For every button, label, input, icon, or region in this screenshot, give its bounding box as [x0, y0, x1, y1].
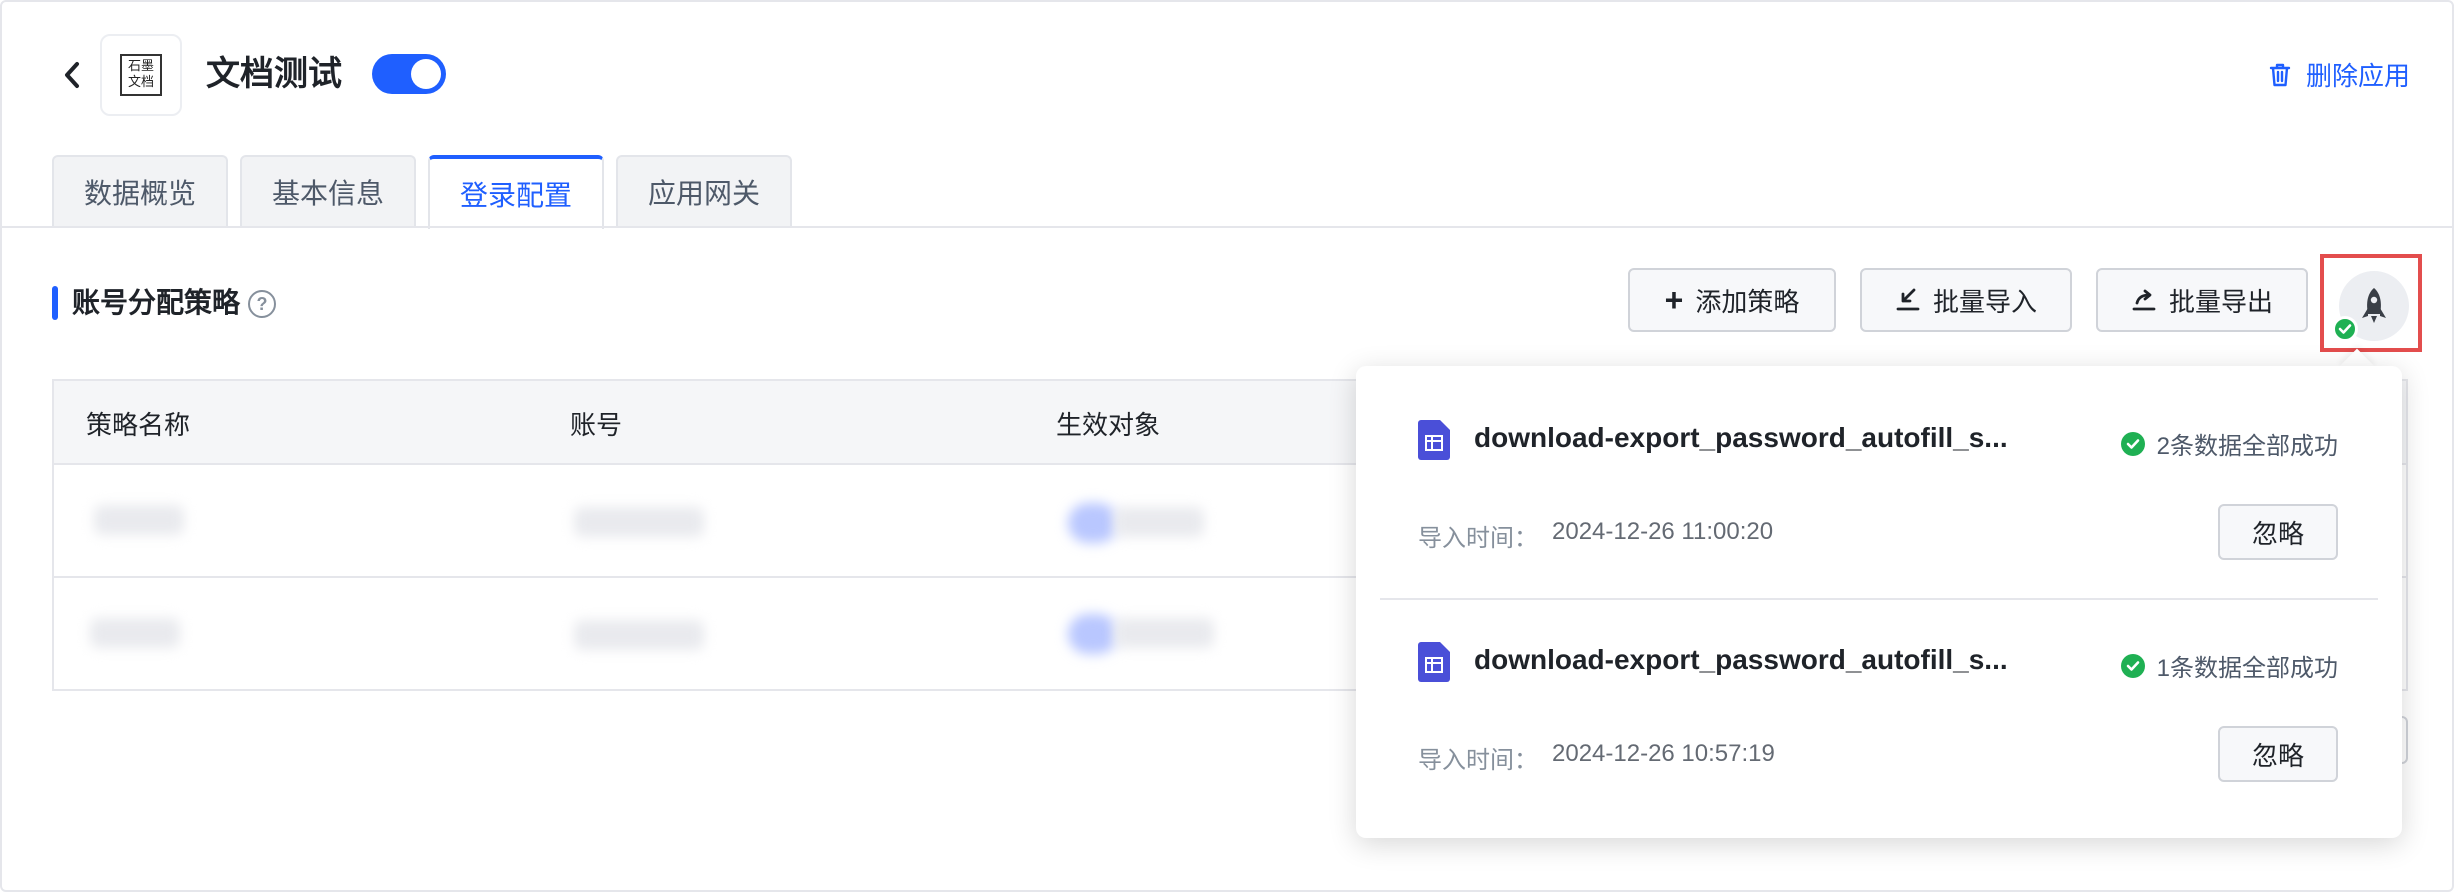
check-circle-icon: [2120, 653, 2145, 678]
app-logo-mark: 石墨 文档: [120, 54, 162, 96]
check-circle-icon: [2120, 431, 2145, 456]
export-icon: [2132, 289, 2156, 311]
blurred-cell: [574, 620, 704, 650]
plus-icon: +: [1664, 282, 1684, 318]
import-task-item: download-export_password_autofill_s... 1…: [1356, 588, 2402, 810]
app-logo: 石墨 文档: [100, 34, 182, 116]
spreadsheet-file-icon: [1418, 420, 1450, 460]
section-title: 账号分配策略: [72, 287, 241, 318]
column-header-policy-name: 策略名称: [86, 409, 191, 440]
column-header-account: 账号: [570, 409, 623, 440]
import-time-label: 导入时间：: [1418, 747, 1538, 774]
import-time: 导入时间： 2024-12-26 10:57:19: [1418, 740, 1775, 775]
batch-export-label: 批量导出: [2168, 286, 2273, 317]
help-icon[interactable]: ?: [248, 290, 276, 318]
delete-app-button[interactable]: 删除应用: [2268, 56, 2410, 93]
blurred-cell: [90, 618, 180, 648]
import-status: 1条数据全部成功: [2120, 648, 2338, 683]
app-title: 文档测试: [206, 55, 342, 93]
ignore-button[interactable]: 忽略: [2218, 726, 2338, 782]
tab-basic-info[interactable]: 基本信息: [240, 155, 417, 227]
ignore-button[interactable]: 忽略: [2218, 504, 2338, 560]
import-task-popover: download-export_password_autofill_s... 2…: [1356, 366, 2402, 838]
trash-icon: [2269, 63, 2291, 86]
toggle-knob: [411, 59, 441, 89]
blurred-cell: [1114, 507, 1204, 537]
import-time-value: 2024-12-26 11:00:20: [1552, 518, 1774, 545]
batch-export-button[interactable]: 批量导出: [2096, 268, 2308, 332]
blurred-avatar: [1068, 614, 1118, 654]
import-time: 导入时间： 2024-12-26 11:00:20: [1418, 518, 1773, 553]
batch-import-button[interactable]: 批量导入: [1860, 268, 2072, 332]
blurred-cell: [1114, 618, 1214, 648]
tab-bar: 数据概览 基本信息 登录配置 应用网关: [52, 155, 793, 229]
tab-login-config[interactable]: 登录配置: [428, 155, 605, 229]
blurred-avatar: [1068, 503, 1118, 543]
tab-data-overview[interactable]: 数据概览: [52, 155, 229, 227]
app-logo-text-1: 石墨: [127, 59, 154, 74]
import-status-text: 2条数据全部成功: [2156, 433, 2338, 460]
import-task-button[interactable]: [2320, 254, 2422, 352]
batch-import-label: 批量导入: [1932, 286, 2037, 317]
add-policy-label: 添加策略: [1695, 286, 1800, 317]
import-file-name: download-export_password_autofill_s...: [1474, 644, 2008, 675]
import-time-value: 2024-12-26 10:57:19: [1552, 740, 1775, 767]
app-enabled-toggle[interactable]: [372, 54, 446, 94]
import-status: 2条数据全部成功: [2120, 426, 2338, 461]
import-task-item: download-export_password_autofill_s... 2…: [1356, 366, 2402, 588]
spreadsheet-file-icon: [1418, 642, 1450, 682]
app-logo-text-2: 文档: [127, 75, 154, 90]
back-button[interactable]: [56, 56, 88, 94]
chevron-left-icon: [65, 62, 79, 88]
delete-app-label: 删除应用: [2305, 61, 2410, 91]
import-file-name: download-export_password_autofill_s...: [1474, 422, 2008, 453]
blurred-cell: [574, 507, 704, 537]
rocket-icon: [2362, 288, 2386, 323]
tab-divider: [2, 226, 2452, 228]
blurred-cell: [94, 505, 184, 535]
add-policy-button[interactable]: + 添加策略: [1628, 268, 1836, 332]
import-icon: [1896, 288, 1920, 311]
column-header-target: 生效对象: [1056, 409, 1161, 440]
success-badge-icon: [2332, 316, 2358, 342]
section-accent-bar: [52, 286, 58, 320]
import-time-label: 导入时间：: [1418, 525, 1538, 552]
import-status-text: 1条数据全部成功: [2156, 655, 2338, 682]
tab-app-gateway[interactable]: 应用网关: [616, 155, 793, 227]
app-detail-page: 石墨 文档 文档测试 删除应用 数据概览 基本信息 登录配置 应用网关 账号分配…: [0, 0, 2454, 892]
